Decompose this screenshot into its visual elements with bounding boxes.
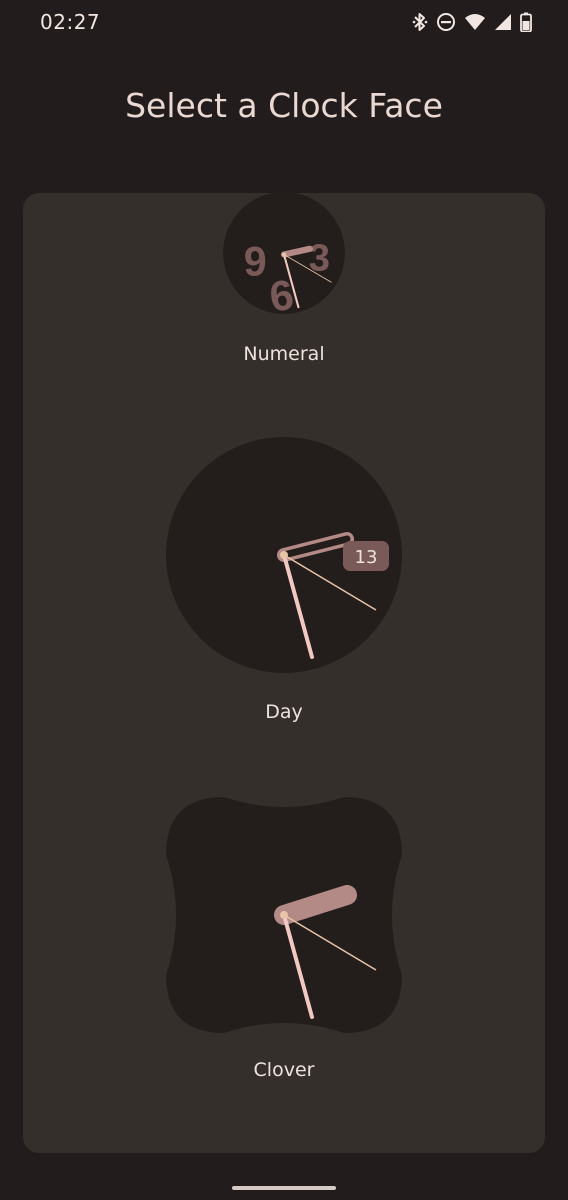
status-time: 02:27 (40, 10, 101, 34)
wifi-icon (465, 14, 485, 30)
day-date-badge: 13 (355, 547, 378, 568)
day-clock-preview: 13 (166, 437, 402, 673)
numeral-clock-preview: 9 3 6 (223, 193, 345, 317)
status-bar: 02:27 (0, 0, 568, 46)
clock-faces-list[interactable]: 9 3 6 Numeral 13 Day Clover (23, 193, 545, 1153)
cell-signal-icon (495, 14, 511, 30)
face-label-numeral: Numeral (243, 343, 325, 365)
face-option-clover[interactable]: Clover (23, 793, 545, 1093)
page-title: Select a Clock Face (125, 86, 443, 125)
face-option-day[interactable]: 13 Day (23, 433, 545, 733)
clock-face-picker-screen: 02:27 Select a Clock Face 9 3 6 Numeral … (0, 0, 568, 1200)
clover-clock-preview (166, 797, 402, 1033)
status-icons (412, 11, 532, 33)
face-label-day: Day (265, 701, 303, 723)
svg-text:3: 3 (309, 237, 330, 280)
face-option-numeral[interactable]: 9 3 6 Numeral (23, 193, 545, 373)
do-not-disturb-icon (437, 13, 455, 31)
svg-text:9: 9 (244, 239, 267, 285)
bluetooth-icon (412, 13, 428, 31)
face-label-clover: Clover (253, 1059, 315, 1081)
gesture-nav-handle[interactable] (232, 1186, 336, 1190)
battery-icon (520, 12, 532, 32)
